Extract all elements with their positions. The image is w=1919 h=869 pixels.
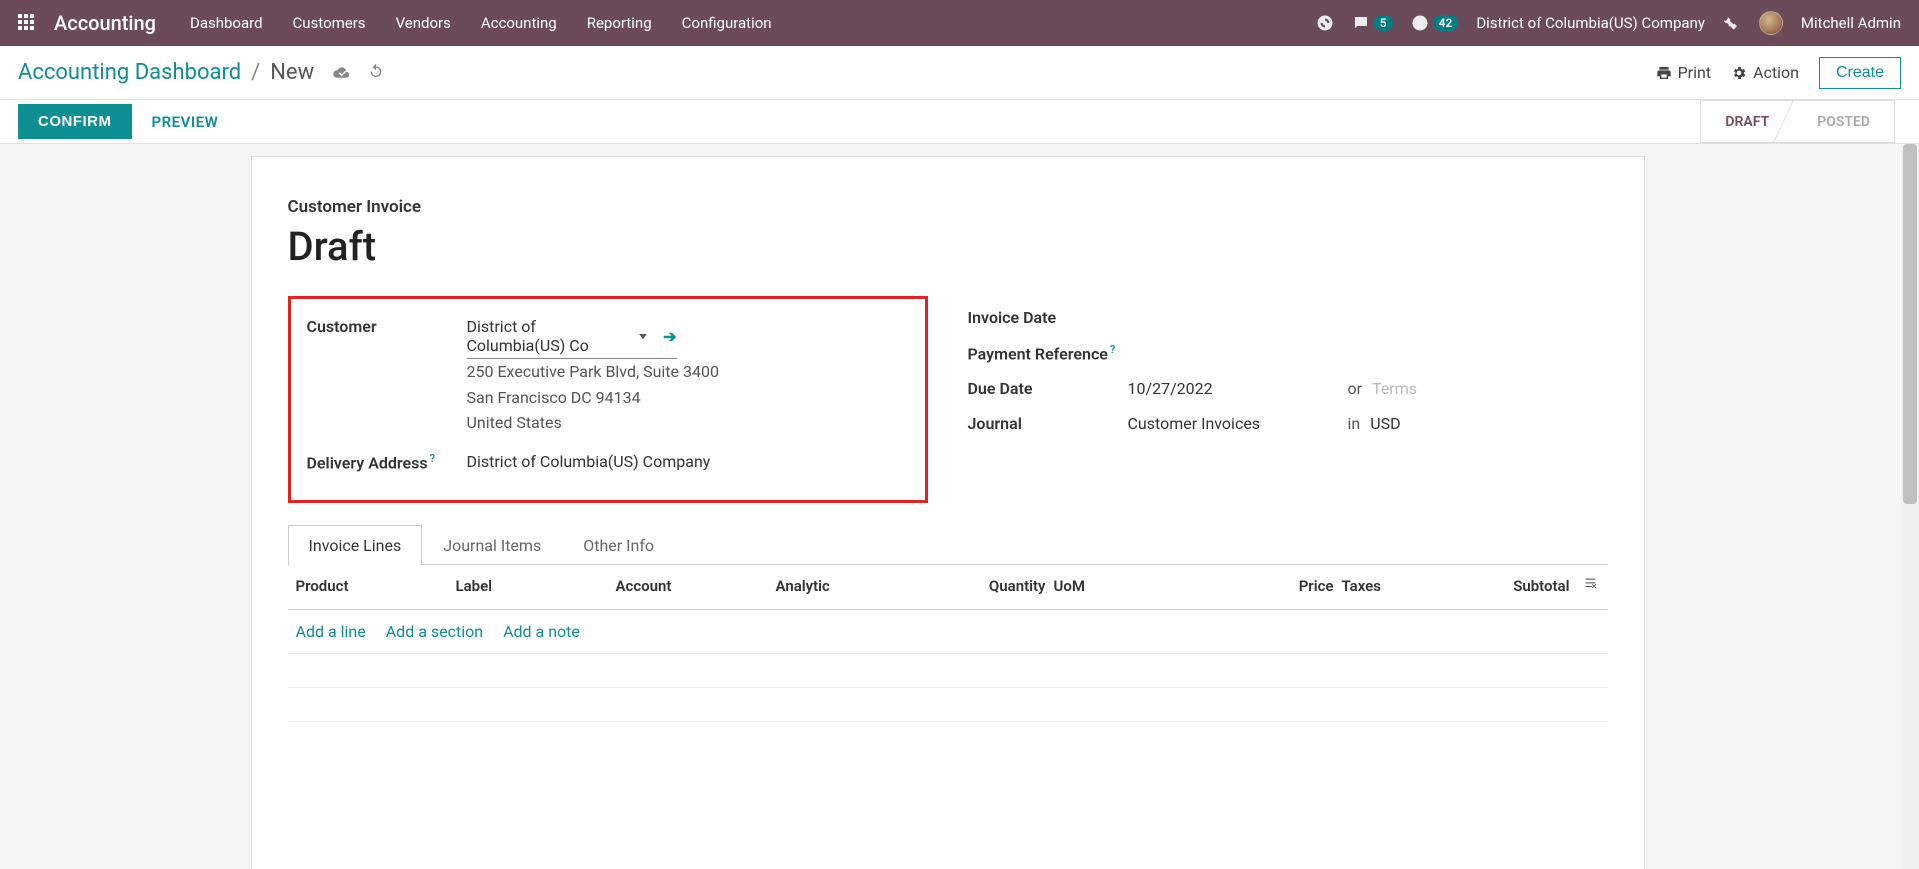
menu-accounting[interactable]: Accounting — [481, 14, 557, 32]
hdr-analytic: Analytic — [776, 577, 966, 597]
status-steps: DRAFT POSTED — [1700, 100, 1895, 143]
discard-icon[interactable] — [368, 63, 384, 83]
hdr-account: Account — [616, 577, 776, 597]
customer-label: Customer — [307, 317, 467, 336]
scroll-thumb[interactable] — [1903, 144, 1917, 504]
print-icon — [1656, 65, 1672, 81]
save-indicator-icon[interactable] — [332, 64, 350, 82]
hdr-price: Price — [1234, 577, 1334, 597]
breadcrumb: Accounting Dashboard / New — [18, 60, 384, 85]
company-selector[interactable]: District of Columbia(US) Company — [1476, 14, 1705, 32]
address-line-3: United States — [467, 410, 909, 436]
apps-icon[interactable] — [18, 14, 36, 32]
add-line[interactable]: Add a line — [296, 622, 366, 641]
payment-ref-help-icon[interactable]: ? — [1110, 343, 1115, 356]
activities-count: 42 — [1433, 15, 1459, 31]
journal-label: Journal — [968, 414, 1128, 433]
messages-icon — [1352, 14, 1370, 32]
due-date-value[interactable]: 10/27/2022 — [1128, 379, 1338, 398]
print-button[interactable]: Print — [1656, 63, 1711, 82]
status-bar: CONFIRM PREVIEW DRAFT POSTED — [0, 100, 1919, 144]
external-link-icon[interactable]: ➔ — [663, 327, 676, 346]
add-note[interactable]: Add a note — [503, 622, 580, 641]
breadcrumb-bar: Accounting Dashboard / New Print Action … — [0, 46, 1919, 100]
brand-title[interactable]: Accounting — [54, 11, 156, 35]
tab-other-info[interactable]: Other Info — [562, 525, 675, 565]
status-posted[interactable]: POSTED — [1793, 100, 1895, 143]
create-button[interactable]: Create — [1819, 57, 1901, 89]
due-or-text: or — [1348, 379, 1363, 398]
hdr-uom: UoM — [1054, 577, 1234, 597]
menu-vendors[interactable]: Vendors — [396, 14, 451, 32]
print-label: Print — [1678, 63, 1711, 82]
breadcrumb-current: New — [270, 60, 314, 85]
topbar: Accounting Dashboard Customers Vendors A… — [0, 0, 1919, 46]
messages-button[interactable]: 5 — [1352, 14, 1393, 32]
customer-select[interactable]: District of Columbia(US) Co ➔ — [467, 317, 677, 359]
empty-row-2 — [288, 688, 1608, 722]
menu-customers[interactable]: Customers — [293, 14, 366, 32]
highlighted-customer-box: Customer District of Columbia(US) Co ➔ 2… — [288, 296, 928, 503]
avatar[interactable] — [1759, 11, 1783, 35]
hdr-subtotal: Subtotal — [1482, 577, 1570, 597]
breadcrumb-sep: / — [251, 60, 260, 85]
activities-button[interactable]: 42 — [1411, 14, 1459, 32]
lines-header: Product Label Account Analytic Quantity … — [288, 565, 1608, 610]
customer-value: District of Columbia(US) Co — [467, 317, 634, 355]
hdr-taxes: Taxes — [1342, 577, 1482, 597]
doc-title: Draft — [288, 223, 1608, 270]
menu-dashboard[interactable]: Dashboard — [190, 14, 263, 32]
settings-icon — [1584, 577, 1600, 593]
currency-value[interactable]: USD — [1370, 414, 1400, 433]
journal-in-text: in — [1348, 414, 1361, 433]
add-section[interactable]: Add a section — [386, 622, 483, 641]
gear-icon — [1731, 65, 1747, 81]
action-label: Action — [1753, 63, 1799, 82]
tab-journal-items[interactable]: Journal Items — [422, 525, 562, 565]
breadcrumb-root[interactable]: Accounting Dashboard — [18, 60, 241, 85]
messages-count: 5 — [1374, 15, 1393, 31]
menu-reporting[interactable]: Reporting — [587, 14, 652, 32]
invoice-date-label: Invoice Date — [968, 308, 1128, 327]
tabs: Invoice Lines Journal Items Other Info — [288, 525, 1608, 565]
hdr-quantity: Quantity — [966, 577, 1046, 597]
delivery-label: Delivery Address? — [307, 452, 467, 472]
empty-row-1 — [288, 654, 1608, 688]
user-menu[interactable]: Mitchell Admin — [1801, 14, 1901, 32]
scrollbar[interactable] — [1901, 144, 1919, 869]
address-line-1: 250 Executive Park Blvd, Suite 3400 — [467, 359, 909, 385]
delivery-value[interactable]: District of Columbia(US) Company — [467, 452, 909, 471]
due-date-label: Due Date — [968, 379, 1128, 398]
lines-actions: Add a line Add a section Add a note — [288, 610, 1608, 654]
form-sheet: Customer Invoice Draft Customer District… — [251, 156, 1645, 869]
menu-configuration[interactable]: Configuration — [682, 14, 772, 32]
content-scroll[interactable]: Customer Invoice Draft Customer District… — [0, 144, 1895, 869]
tab-invoice-lines[interactable]: Invoice Lines — [288, 525, 423, 565]
hdr-label: Label — [456, 577, 616, 597]
hdr-product: Product — [296, 577, 456, 597]
debug-icon[interactable] — [1723, 14, 1741, 32]
hdr-settings[interactable] — [1570, 577, 1600, 597]
terms-input[interactable]: Terms — [1372, 379, 1417, 398]
chevron-down-icon — [639, 334, 647, 339]
delivery-help-icon[interactable]: ? — [430, 452, 435, 465]
main-menu: Dashboard Customers Vendors Accounting R… — [190, 14, 772, 32]
support-icon[interactable] — [1316, 14, 1334, 32]
confirm-button[interactable]: CONFIRM — [18, 104, 132, 139]
journal-value[interactable]: Customer Invoices — [1128, 414, 1338, 433]
preview-button[interactable]: PREVIEW — [152, 113, 219, 131]
clock-icon — [1411, 14, 1429, 32]
payment-ref-label: Payment Reference? — [968, 343, 1128, 363]
doc-type-label: Customer Invoice — [288, 197, 1608, 217]
action-button[interactable]: Action — [1731, 63, 1799, 82]
address-line-2: San Francisco DC 94134 — [467, 385, 909, 411]
